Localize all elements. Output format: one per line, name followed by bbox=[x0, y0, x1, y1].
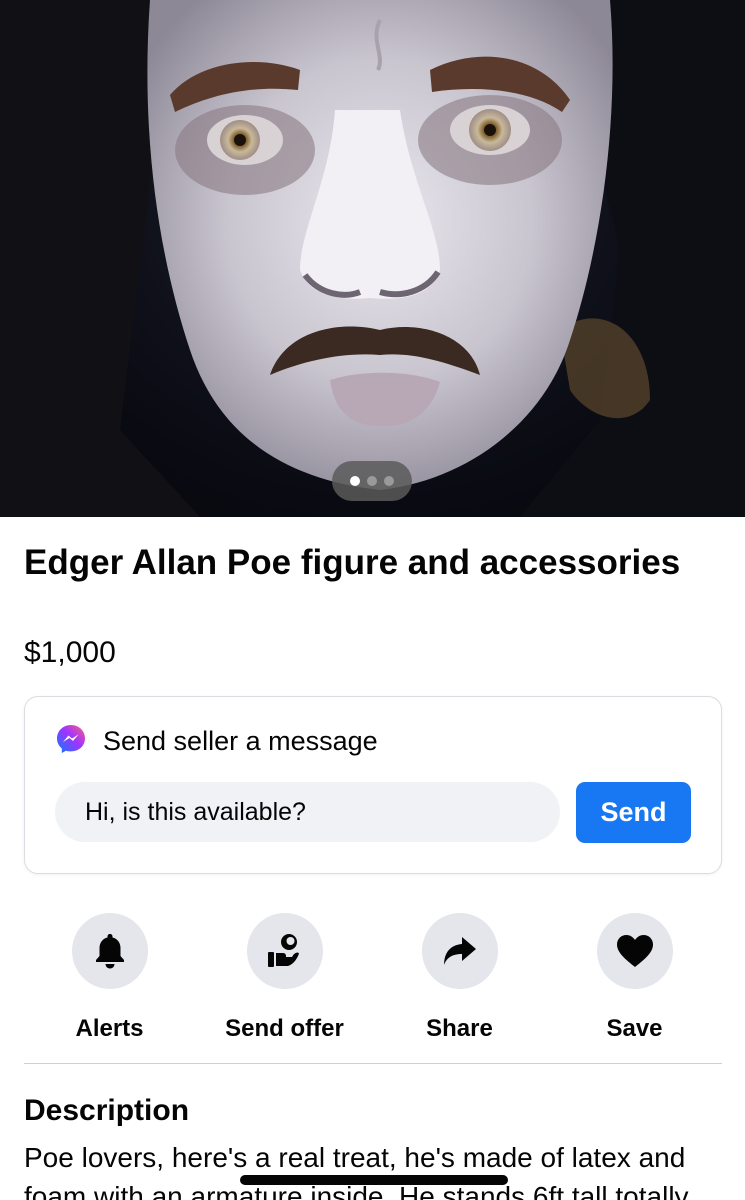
share-label: Share bbox=[426, 1015, 493, 1042]
pager-dot bbox=[384, 476, 394, 486]
listing-photo[interactable] bbox=[0, 0, 745, 517]
photo-pager[interactable] bbox=[332, 461, 412, 501]
alerts-button[interactable]: Alerts bbox=[22, 913, 197, 1043]
poe-figure-image bbox=[0, 0, 745, 517]
bell-icon bbox=[71, 913, 148, 989]
heart-icon bbox=[596, 913, 673, 989]
messenger-icon bbox=[55, 723, 87, 760]
send-offer-label: Send offer bbox=[225, 1015, 344, 1042]
listing-price: $1,000 bbox=[24, 636, 116, 669]
home-indicator[interactable] bbox=[240, 1175, 508, 1185]
message-input[interactable]: Hi, is this available? bbox=[55, 782, 560, 842]
send-offer-button[interactable]: Send offer bbox=[197, 913, 372, 1043]
pager-dot bbox=[367, 476, 377, 486]
share-button[interactable]: Share bbox=[372, 913, 547, 1043]
save-label: Save bbox=[606, 1015, 663, 1042]
message-seller-card: Send seller a message Hi, is this availa… bbox=[24, 696, 722, 874]
description-text: Poe lovers, here's a real treat, he's ma… bbox=[24, 1142, 689, 1200]
offer-hand-icon bbox=[246, 913, 323, 989]
alerts-label: Alerts bbox=[75, 1015, 144, 1042]
message-card-header: Send seller a message bbox=[55, 723, 378, 760]
description-heading: Description bbox=[24, 1094, 190, 1127]
save-button[interactable]: Save bbox=[547, 913, 722, 1043]
section-divider bbox=[24, 1063, 722, 1064]
share-arrow-icon bbox=[421, 913, 498, 989]
send-button[interactable]: Send bbox=[576, 782, 691, 843]
pager-dot bbox=[350, 476, 360, 486]
action-row: Alerts Send offer Share Save bbox=[22, 913, 722, 1042]
message-card-label: Send seller a message bbox=[103, 726, 378, 756]
listing-title: Edger Allan Poe figure and accessories bbox=[24, 543, 681, 582]
